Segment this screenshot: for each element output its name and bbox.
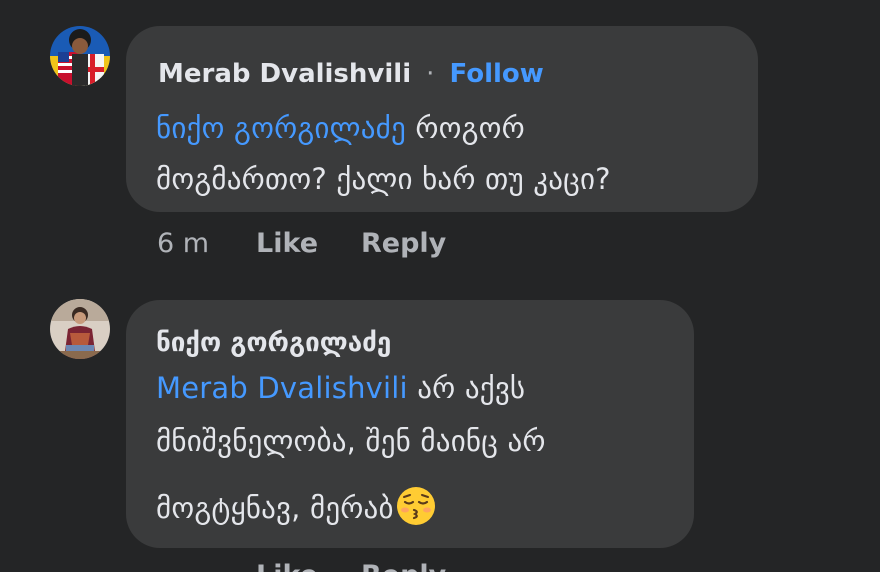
comment-text-line: მოგმართო? ქალი ხარ თუ კაცი?: [156, 162, 611, 196]
reply-button[interactable]: Reply: [361, 228, 446, 259]
avatar-image: [50, 299, 110, 359]
author-name[interactable]: Merab Dvalishvili: [158, 59, 411, 89]
mention-link[interactable]: Merab Dvalishvili: [156, 371, 408, 405]
avatar[interactable]: [50, 26, 110, 86]
comment-timestamp[interactable]: 6 m: [157, 228, 209, 259]
follow-button[interactable]: Follow: [450, 59, 544, 89]
comment-text: როგორ: [405, 111, 525, 145]
kissing-face-emoji-icon: [396, 486, 436, 533]
reply-button[interactable]: Reply: [361, 560, 446, 572]
comment-header: Merab Dvalishvili · Follow: [158, 59, 544, 89]
like-button[interactable]: Like: [256, 560, 318, 572]
comment-text-line: მოგტყნავ, მერაბ: [156, 486, 436, 533]
avatar[interactable]: [50, 299, 110, 359]
comment-bubble: ნიქო გორგილაძე Merab Dvalishvili არ აქვს…: [126, 300, 694, 548]
separator-dot: ·: [426, 59, 435, 89]
comment-text-line: ნიქო გორგილაძე როგორ: [156, 111, 525, 145]
comment-text-line: მნიშვნელობა, შენ მაინც არ: [156, 424, 546, 458]
author-name[interactable]: ნიქო გორგილაძე: [156, 328, 391, 358]
comment-text-line: Merab Dvalishvili არ აქვს: [156, 371, 525, 405]
avatar-image: [50, 26, 110, 86]
like-button[interactable]: Like: [256, 228, 318, 259]
comment-text: მოგტყნავ, მერაბ: [156, 491, 394, 525]
comment-text: არ აქვს: [407, 371, 526, 405]
comment-bubble: Merab Dvalishvili · Follow ნიქო გორგილაძ…: [126, 26, 758, 212]
mention-link[interactable]: ნიქო გორგილაძე: [156, 111, 406, 145]
comments-thread: Merab Dvalishvili · Follow ნიქო გორგილაძ…: [0, 0, 880, 572]
